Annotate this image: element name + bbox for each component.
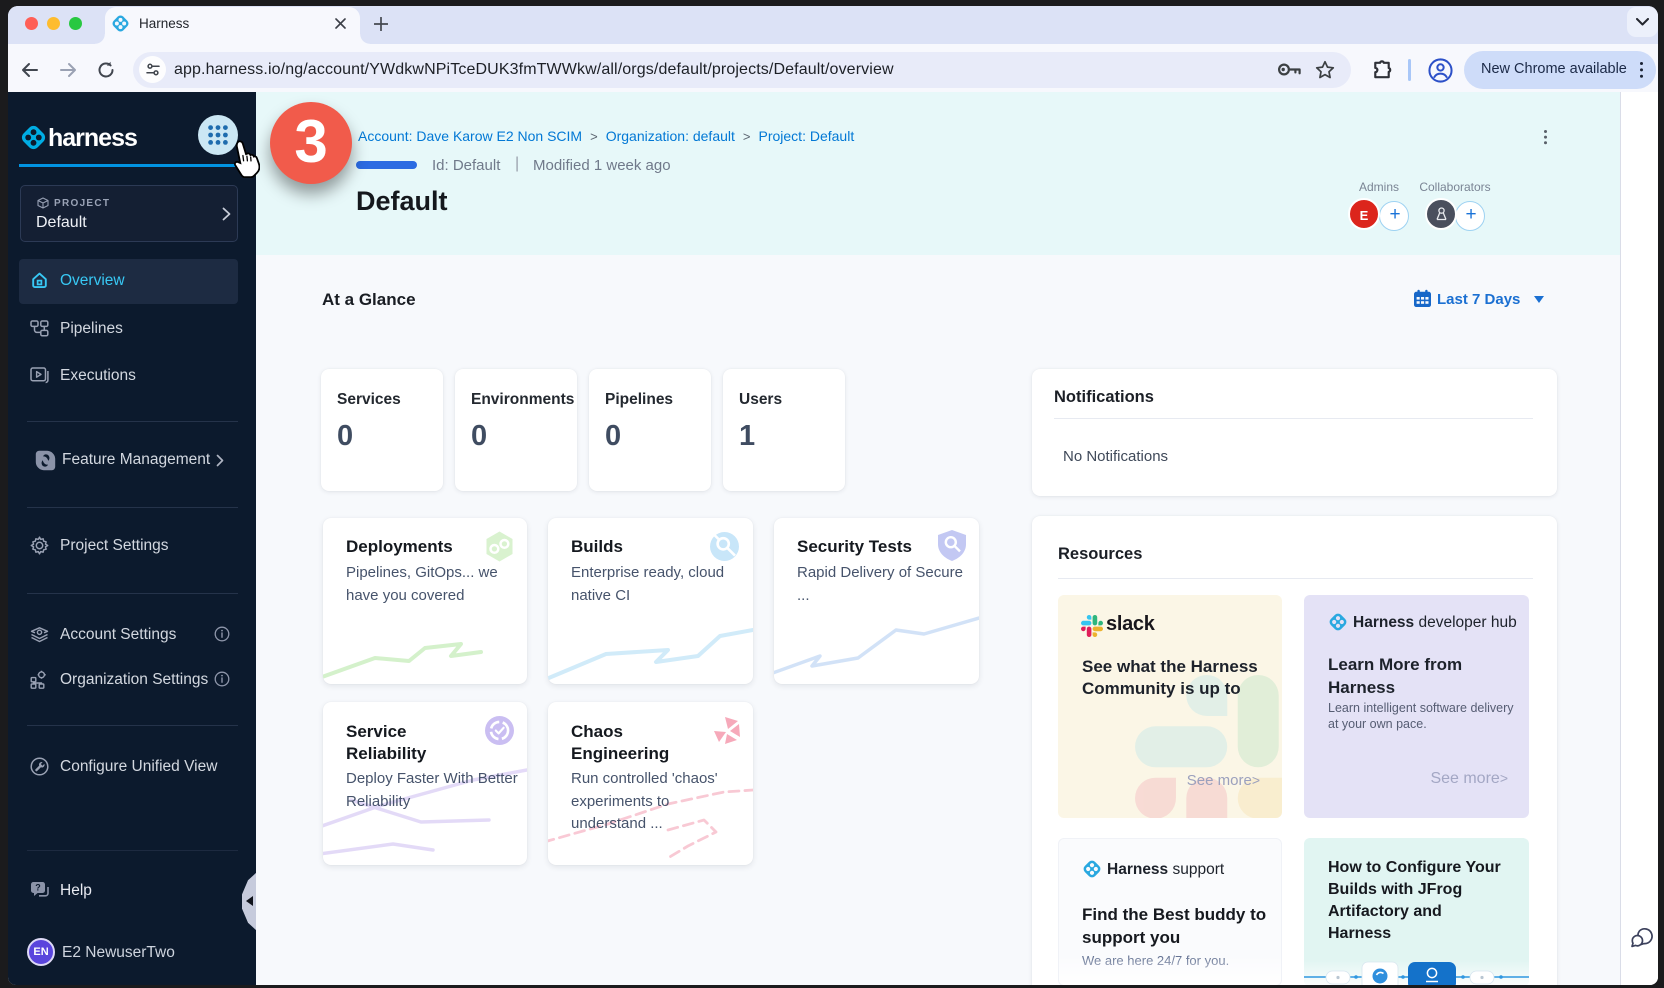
svg-text:?: ? xyxy=(35,883,41,893)
